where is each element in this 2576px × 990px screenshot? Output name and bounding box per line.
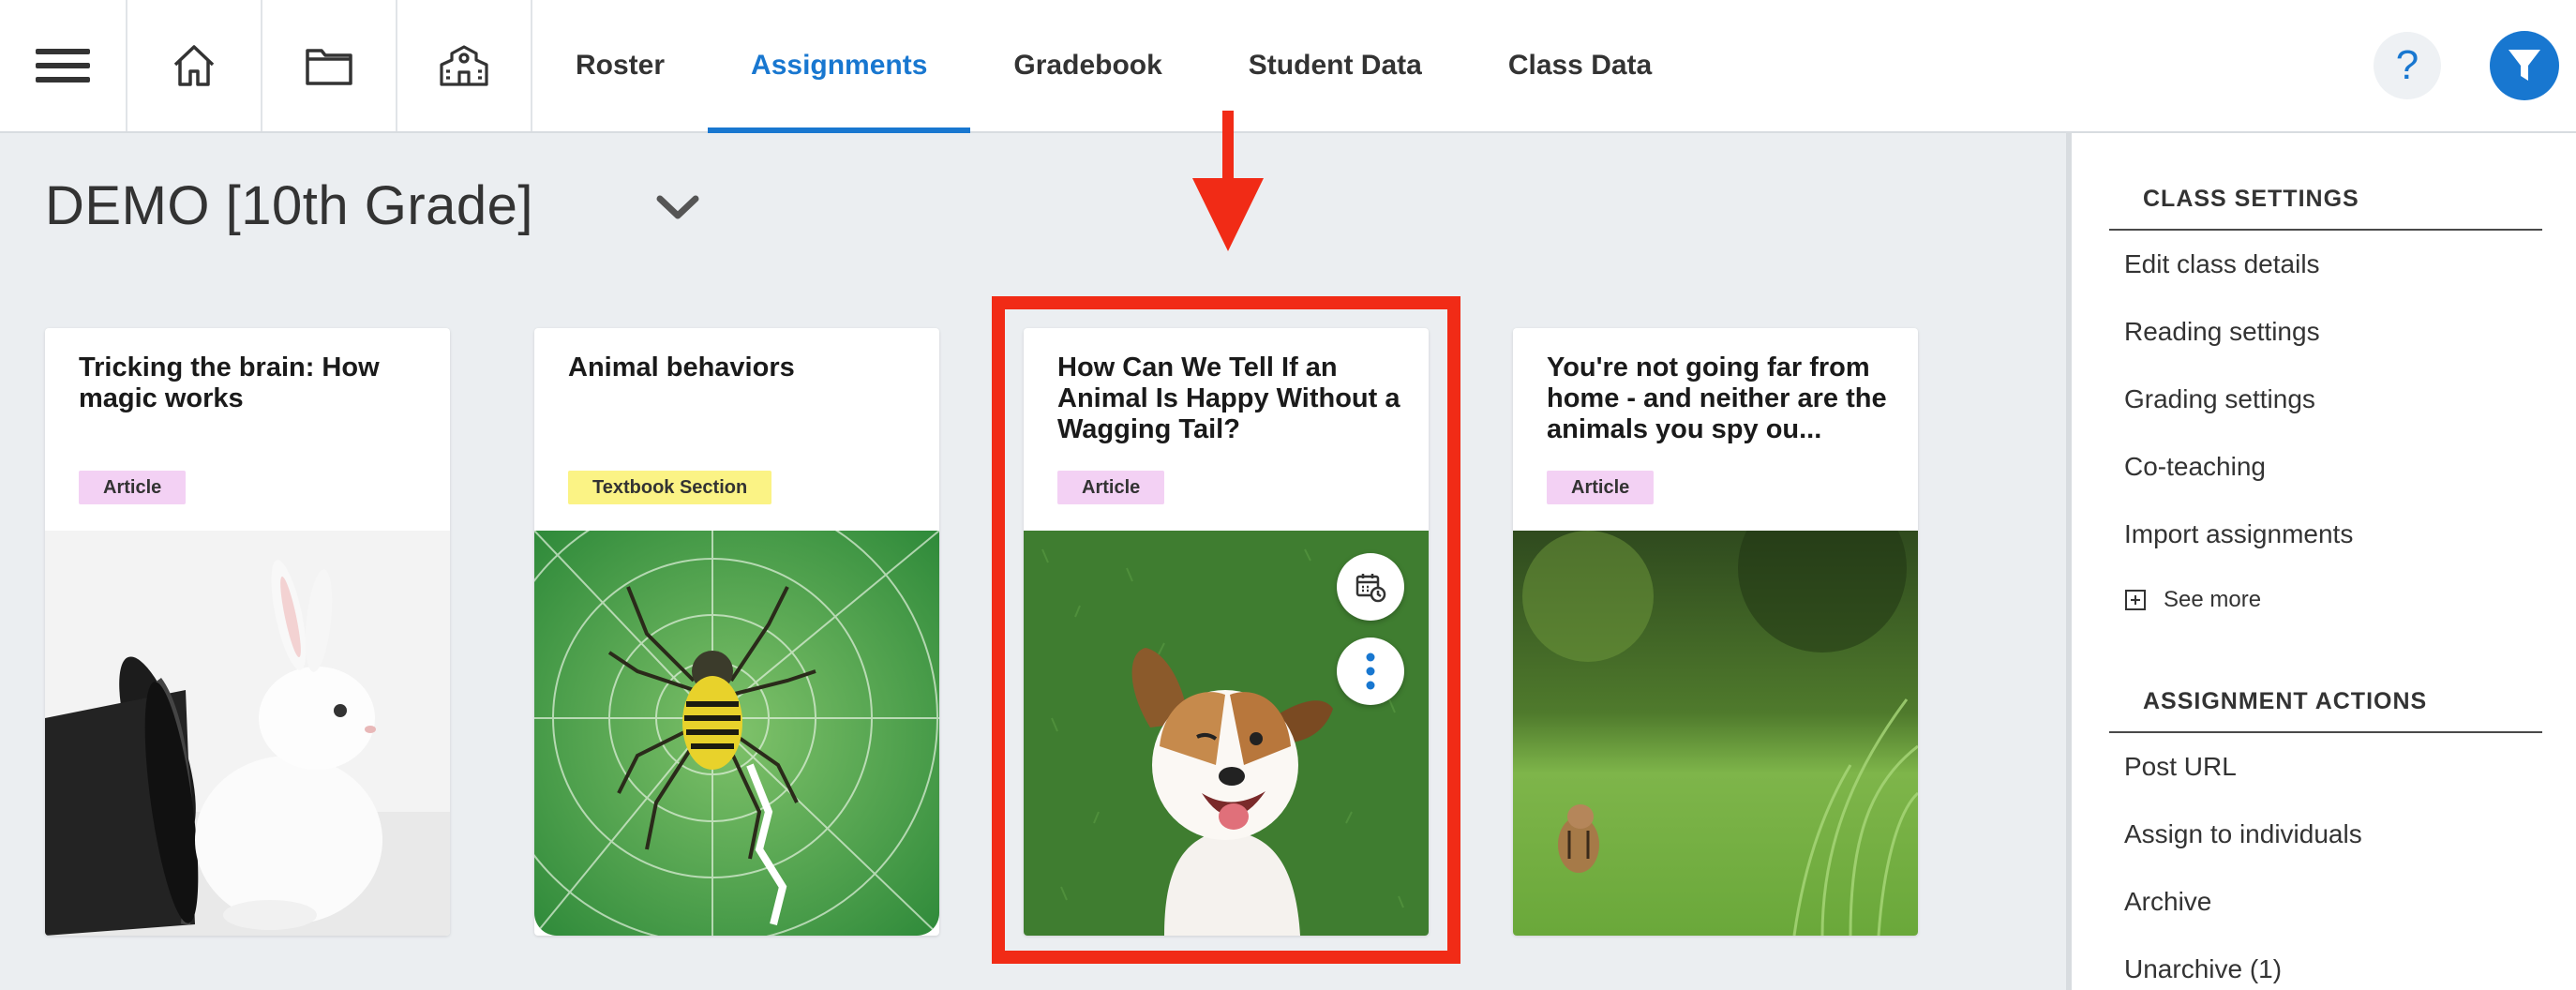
card-image-spider: [534, 531, 939, 936]
card-image-chipmunk: [1513, 531, 1918, 936]
unarchive-link[interactable]: Unarchive (1): [2124, 954, 2282, 984]
archive-link[interactable]: Archive: [2124, 887, 2211, 917]
nav-right-actions: ?: [2374, 0, 2559, 131]
class-dropdown-button[interactable]: [656, 193, 699, 226]
type-badge: Textbook Section: [568, 471, 772, 504]
type-badge: Article: [1547, 471, 1655, 504]
card-image-rabbit: [45, 531, 450, 936]
type-badge: Article: [79, 471, 187, 504]
tab-roster[interactable]: Roster: [532, 0, 708, 131]
filter-button[interactable]: [2490, 31, 2559, 100]
reading-settings-link[interactable]: Reading settings: [2124, 317, 2320, 347]
assignment-card[interactable]: Animal behaviors Textbook Section: [534, 328, 939, 936]
menu-button[interactable]: [0, 0, 127, 131]
folder-icon: [306, 49, 352, 85]
card-title: You're not going far from home - and nei…: [1547, 352, 1887, 444]
assignment-card[interactable]: Tricking the brain: How magic works Arti…: [45, 328, 450, 936]
divider: [2109, 229, 2542, 231]
assignment-card[interactable]: You're not going far from home - and nei…: [1513, 328, 1918, 936]
school-icon: [440, 45, 488, 86]
co-teaching-link[interactable]: Co-teaching: [2124, 452, 2266, 482]
highlight-box: [992, 296, 1460, 964]
assignment-actions-heading: ASSIGNMENT ACTIONS: [2143, 688, 2428, 714]
tab-class-data[interactable]: Class Data: [1465, 0, 1695, 131]
import-assignments-link[interactable]: Import assignments: [2124, 519, 2353, 549]
divider: [2109, 731, 2542, 733]
school-button[interactable]: [397, 0, 532, 131]
class-settings-heading: CLASS SETTINGS: [2143, 186, 2359, 212]
see-more-label: See more: [2164, 587, 2262, 612]
plus-square-icon: [2125, 590, 2146, 610]
filter-icon: [2509, 50, 2540, 81]
card-title: Tricking the brain: How magic works: [79, 352, 380, 413]
class-sidebar: CLASS SETTINGS Edit class details Readin…: [2072, 133, 2576, 990]
edit-class-details-link[interactable]: Edit class details: [2124, 249, 2320, 279]
chevron-down-icon: [656, 195, 699, 219]
help-button[interactable]: ?: [2374, 32, 2441, 99]
nav-tabs: Roster Assignments Gradebook Student Dat…: [532, 0, 1695, 133]
card-title: Animal behaviors: [568, 352, 795, 382]
assign-to-individuals-link[interactable]: Assign to individuals: [2124, 819, 2362, 849]
menu-icon: [36, 49, 90, 82]
tab-gradebook[interactable]: Gradebook: [970, 0, 1205, 131]
home-icon: [173, 45, 215, 86]
tab-assignments[interactable]: Assignments: [708, 0, 971, 133]
class-title: DEMO [10th Grade]: [45, 175, 534, 236]
grading-settings-link[interactable]: Grading settings: [2124, 384, 2315, 414]
library-button[interactable]: [262, 0, 397, 131]
top-navigation-bar: Roster Assignments Gradebook Student Dat…: [0, 0, 2576, 133]
see-more-toggle[interactable]: See more: [2124, 587, 2261, 613]
arrow-down-icon: [1192, 111, 1264, 251]
home-button[interactable]: [127, 0, 262, 131]
help-icon: ?: [2395, 42, 2419, 88]
post-url-link[interactable]: Post URL: [2124, 752, 2237, 782]
